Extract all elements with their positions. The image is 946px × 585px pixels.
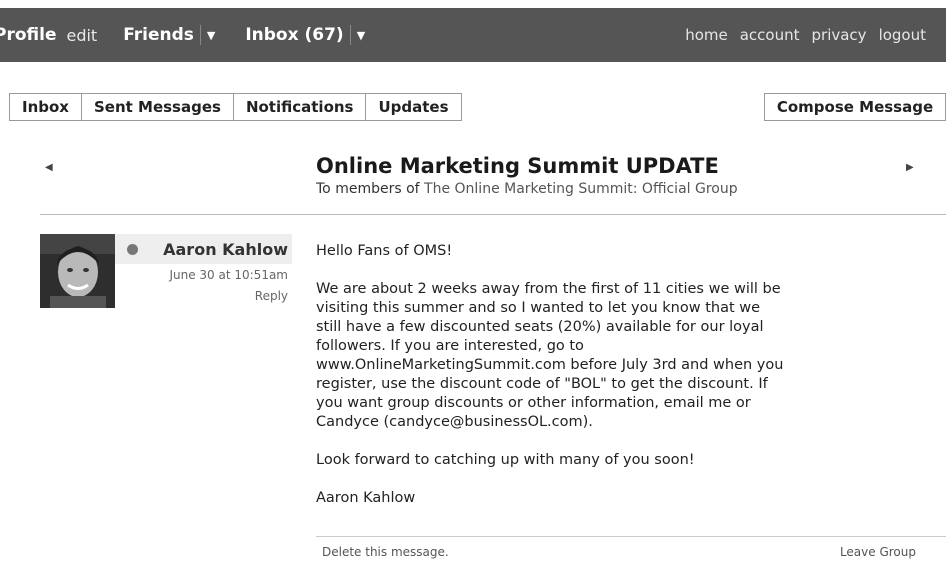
tab-sent-messages[interactable]: Sent Messages xyxy=(81,93,234,121)
message-timestamp: June 30 at 10:51am xyxy=(169,268,288,282)
message-body: Hello Fans of OMS! We are about 2 weeks … xyxy=(316,242,786,527)
inbox-dropdown-icon[interactable]: ▼ xyxy=(357,29,365,42)
message-subject: Online Marketing Summit UPDATE xyxy=(316,154,719,178)
separator xyxy=(349,25,351,45)
account-link[interactable]: account xyxy=(740,26,800,44)
status-indicator-icon xyxy=(127,244,138,255)
next-message-icon[interactable]: ▶ xyxy=(906,162,914,173)
divider xyxy=(40,214,946,215)
profile-link[interactable]: Profile xyxy=(0,25,56,45)
friends-dropdown-icon[interactable]: ▼ xyxy=(207,29,215,42)
edit-link[interactable]: edit xyxy=(66,26,97,45)
reply-link[interactable]: Reply xyxy=(255,289,288,303)
compose-message-button[interactable]: Compose Message xyxy=(764,93,946,121)
avatar[interactable] xyxy=(40,234,115,308)
group-link[interactable]: The Online Marketing Summit: Official Gr… xyxy=(424,181,738,197)
message-closing: Look forward to catching up with many of… xyxy=(316,452,695,468)
sender-name[interactable]: Aaron Kahlow xyxy=(163,240,288,259)
leave-group-link[interactable]: Leave Group xyxy=(840,545,916,559)
previous-message-icon[interactable]: ◀ xyxy=(45,162,53,173)
message-greeting: Hello Fans of OMS! xyxy=(316,243,453,259)
message-paragraph: We are about 2 weeks away from the first… xyxy=(316,281,784,430)
tab-updates[interactable]: Updates xyxy=(366,93,462,121)
home-link[interactable]: home xyxy=(685,26,728,44)
privacy-link[interactable]: privacy xyxy=(812,26,867,44)
delete-message-link[interactable]: Delete this message. xyxy=(322,545,449,559)
logout-link[interactable]: logout xyxy=(879,26,926,44)
divider xyxy=(316,536,946,537)
tab-notifications[interactable]: Notifications xyxy=(233,93,367,121)
top-nav-bar: Profile edit Friends ▼ Inbox (67) ▼ home… xyxy=(0,8,946,62)
inbox-link[interactable]: Inbox (67) xyxy=(245,25,343,45)
friends-link[interactable]: Friends xyxy=(123,25,194,45)
recipient-prefix: To members of xyxy=(316,181,420,197)
message-tabs: Inbox Sent Messages Notifications Update… xyxy=(9,93,462,121)
tab-inbox[interactable]: Inbox xyxy=(9,93,82,121)
message-signature: Aaron Kahlow xyxy=(316,490,416,506)
separator xyxy=(199,25,201,45)
recipient-line: To members of The Online Marketing Summi… xyxy=(316,181,738,197)
